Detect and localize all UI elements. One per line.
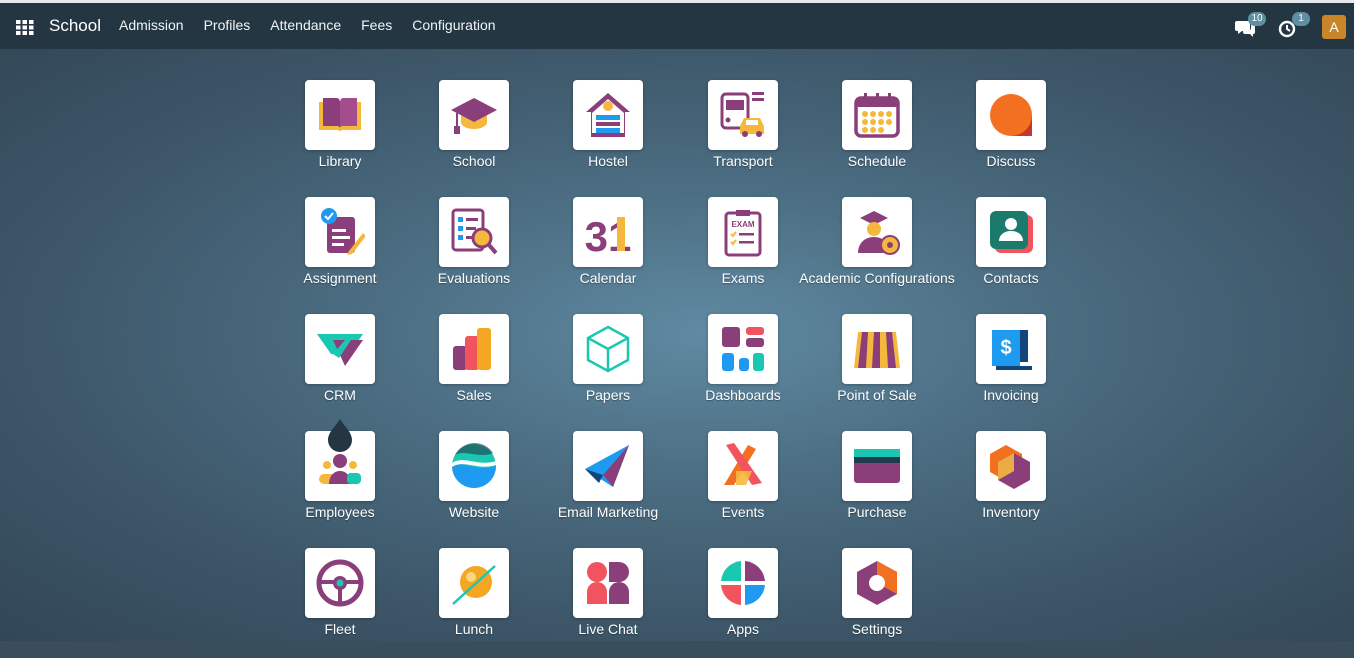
crm-icon — [305, 314, 375, 384]
apps-icon — [708, 548, 778, 618]
lunch-icon — [439, 548, 509, 618]
assignment-icon — [305, 197, 375, 267]
settings-icon — [842, 548, 912, 618]
user-avatar[interactable]: A — [1322, 15, 1346, 39]
chat-count-badge: 10 — [1248, 12, 1266, 26]
library-icon — [305, 80, 375, 150]
brand-title[interactable]: School — [49, 16, 101, 36]
exams-icon: EXAM — [708, 197, 778, 267]
top-navbar: School Admission Profiles Attendance Fee… — [0, 3, 1354, 49]
app-label: Settings — [851, 621, 903, 637]
home-app-grid: Library School Hostel Transport Schedule… — [0, 49, 1354, 641]
dashboards-icon — [708, 314, 778, 384]
drag-drop-pin-icon — [328, 419, 352, 452]
app-discuss[interactable]: Discuss — [931, 80, 1091, 180]
dollar-symbol: $ — [1000, 337, 1011, 359]
evaluations-icon — [439, 197, 509, 267]
inventory-icon — [976, 431, 1046, 501]
footer-bar — [0, 641, 1354, 658]
activity-button[interactable]: 1 — [1278, 12, 1312, 39]
discuss-icon — [976, 80, 1046, 150]
menu-profiles[interactable]: Profiles — [204, 17, 251, 33]
email-marketing-icon — [573, 431, 643, 501]
contacts-icon — [976, 197, 1046, 267]
calendar-icon: 31 — [573, 197, 643, 267]
invoicing-icon: $ — [976, 314, 1046, 384]
menu-configuration[interactable]: Configuration — [412, 17, 495, 33]
app-label: Contacts — [983, 270, 1039, 286]
schedule-icon — [842, 80, 912, 150]
app-settings[interactable]: Settings — [797, 548, 957, 641]
main-menu: Admission Profiles Attendance Fees Confi… — [119, 17, 516, 33]
activity-count-badge: 1 — [1292, 12, 1310, 26]
app-inventory[interactable]: Inventory — [931, 431, 1091, 531]
menu-fees[interactable]: Fees — [361, 17, 392, 33]
messaging-button[interactable]: 10 — [1234, 12, 1268, 39]
papers-icon — [573, 314, 643, 384]
exams-text: EXAM — [731, 220, 754, 229]
app-label: Inventory — [982, 504, 1040, 520]
purchase-icon — [842, 431, 912, 501]
hostel-icon — [573, 80, 643, 150]
website-icon — [439, 431, 509, 501]
fleet-icon — [305, 548, 375, 618]
app-invoicing[interactable]: $ Invoicing — [931, 314, 1091, 414]
app-menu-toggle-icon[interactable] — [15, 17, 35, 37]
transport-icon — [708, 80, 778, 150]
pos-icon — [842, 314, 912, 384]
school-icon — [439, 80, 509, 150]
events-icon — [708, 431, 778, 501]
app-label: Discuss — [986, 153, 1036, 169]
live-chat-icon — [573, 548, 643, 618]
menu-attendance[interactable]: Attendance — [270, 17, 341, 33]
sales-icon — [439, 314, 509, 384]
app-label: Invoicing — [983, 387, 1039, 403]
menu-admission[interactable]: Admission — [119, 17, 184, 33]
app-contacts[interactable]: Contacts — [931, 197, 1091, 297]
academic-config-icon — [842, 197, 912, 267]
